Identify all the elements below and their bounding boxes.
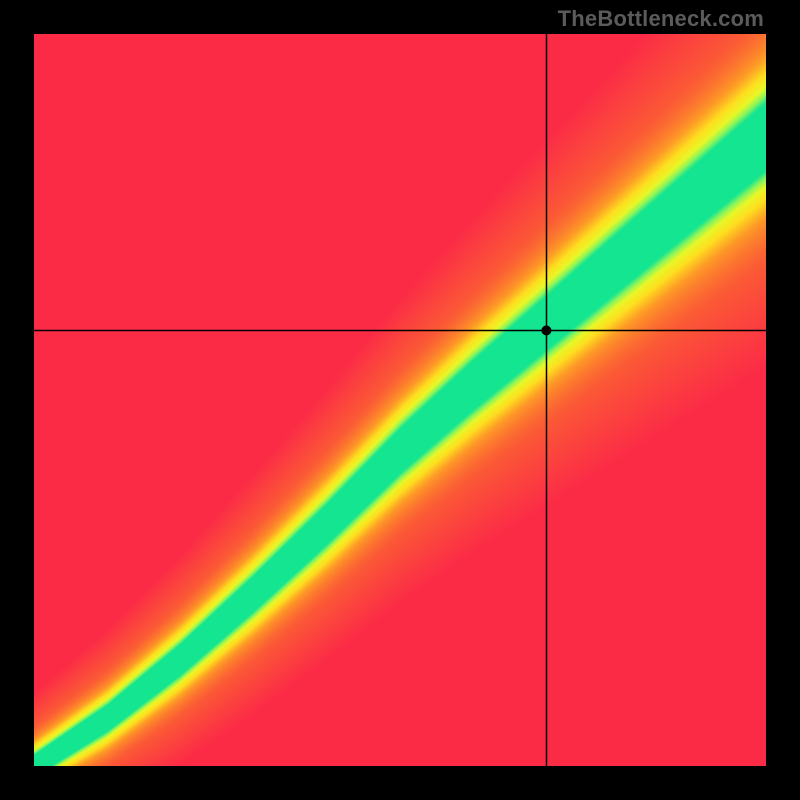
- chart-frame: TheBottleneck.com: [0, 0, 800, 800]
- plot-area: [34, 34, 766, 766]
- watermark-text: TheBottleneck.com: [558, 6, 764, 32]
- heatmap-canvas: [34, 34, 766, 766]
